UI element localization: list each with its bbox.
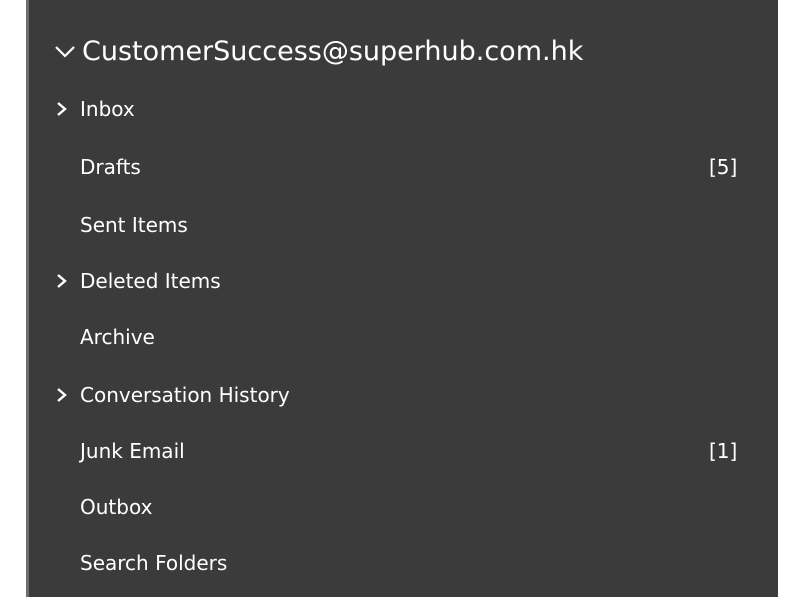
folder-label: Drafts (80, 155, 141, 179)
chevron-right-icon[interactable] (55, 101, 69, 117)
folder-item-search-folders[interactable]: Search Folders (29, 536, 778, 590)
folder-label: Deleted Items (80, 269, 221, 293)
mail-folder-pane: CustomerSuccess@superhub.com.hk Inbox Dr… (0, 0, 787, 597)
folder-unread-count: [5] (709, 155, 738, 179)
folder-item-archive[interactable]: Archive (29, 310, 778, 364)
folder-item-outbox[interactable]: Outbox (29, 480, 778, 534)
folder-label: Sent Items (80, 213, 188, 237)
chevron-right-icon[interactable] (55, 273, 69, 289)
folder-item-deleted-items[interactable]: Deleted Items (29, 254, 778, 308)
folder-unread-count: [1] (709, 439, 738, 463)
folder-item-conversation-history[interactable]: Conversation History (29, 368, 778, 422)
account-row[interactable]: CustomerSuccess@superhub.com.hk (29, 26, 778, 80)
folder-label: Junk Email (80, 439, 185, 463)
folder-tree: CustomerSuccess@superhub.com.hk Inbox Dr… (29, 0, 778, 597)
chevron-down-icon[interactable] (52, 39, 78, 65)
folder-item-drafts[interactable]: Drafts [5] (29, 140, 778, 194)
folder-label: Search Folders (80, 551, 228, 575)
folder-label: Archive (80, 325, 155, 349)
folder-label: Inbox (80, 97, 135, 121)
folder-item-inbox[interactable]: Inbox (29, 82, 778, 136)
folder-label: Conversation History (80, 383, 290, 407)
folder-label: Outbox (80, 495, 153, 519)
folder-item-sent-items[interactable]: Sent Items (29, 198, 778, 252)
account-label: CustomerSuccess@superhub.com.hk (82, 36, 584, 67)
chevron-right-icon[interactable] (55, 387, 69, 403)
folder-item-junk-email[interactable]: Junk Email [1] (29, 424, 778, 478)
